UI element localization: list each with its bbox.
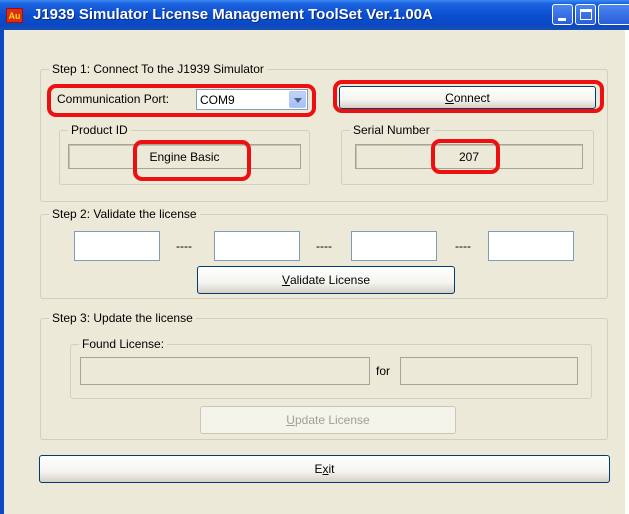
update-label: pdate License	[294, 413, 370, 427]
connect-button[interactable]: Connect	[339, 86, 596, 109]
key-separator-2: ----	[316, 239, 332, 253]
found-license-input[interactable]	[80, 357, 370, 385]
product-id-field: Engine Basic	[68, 144, 301, 169]
window-title: J1939 Simulator License Management ToolS…	[33, 6, 433, 23]
license-key-input-4[interactable]	[488, 231, 574, 261]
serial-number-value: 207	[458, 149, 480, 164]
com-port-label: Communication Port:	[57, 92, 170, 106]
minimize-button[interactable]	[552, 4, 573, 25]
window-border-left	[0, 30, 4, 514]
validate-label: alidate License	[289, 273, 371, 287]
found-license-title: Found License:	[79, 337, 168, 351]
for-product-input[interactable]	[400, 357, 578, 385]
validate-license-button[interactable]: Validate License	[197, 266, 455, 294]
license-key-input-1[interactable]	[74, 231, 160, 261]
license-key-input-3[interactable]	[351, 231, 437, 261]
key-separator-3: ----	[455, 239, 471, 253]
app-icon[interactable]: Au	[6, 8, 23, 23]
dropdown-arrow-button[interactable]	[289, 91, 306, 108]
step1-title: Step 1: Connect To the J1939 Simulator	[49, 62, 267, 76]
serial-number-field: 207	[355, 144, 583, 169]
com-port-select[interactable]: COM9	[196, 89, 308, 110]
product-id-value: Engine Basic	[149, 149, 220, 164]
license-key-input-2[interactable]	[214, 231, 300, 261]
serial-number-title: Serial Number	[350, 123, 433, 137]
chevron-down-icon	[294, 98, 302, 103]
minimize-icon	[558, 18, 566, 21]
step3-title: Step 3: Update the license	[49, 311, 196, 325]
key-separator-1: ----	[176, 239, 192, 253]
for-label: for	[376, 364, 391, 378]
window-border-right	[625, 30, 629, 514]
exit-label-pre: E	[314, 462, 323, 476]
maximize-icon	[580, 9, 592, 20]
product-id-title: Product ID	[68, 123, 131, 137]
exit-label-rest: it	[328, 462, 335, 476]
dialog-window: Au J1939 Simulator License Management To…	[0, 0, 629, 514]
update-mnemonic: U	[286, 413, 295, 427]
exit-button[interactable]: Ex it	[39, 455, 610, 483]
connect-label: onnect	[453, 90, 490, 105]
step2-title: Step 2: Validate the license	[49, 207, 200, 221]
com-port-value: COM9	[200, 93, 235, 107]
connect-mnemonic: C	[445, 90, 454, 105]
maximize-button[interactable]	[575, 4, 596, 25]
validate-mnemonic: V	[281, 273, 290, 287]
close-button[interactable]	[598, 4, 629, 25]
title-bar[interactable]: Au J1939 Simulator License Management To…	[0, 0, 629, 30]
update-license-button[interactable]: Update License	[200, 406, 456, 434]
